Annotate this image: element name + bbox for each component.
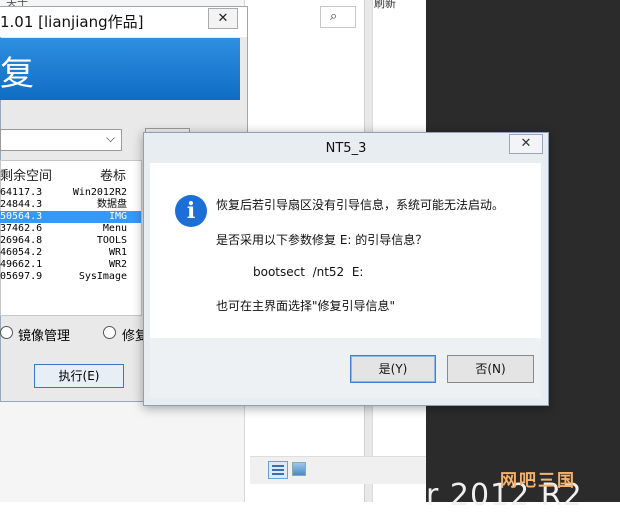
yes-button[interactable]: 是(Y) (350, 355, 436, 383)
dialog-message-warning: 恢复后若引导扇区没有引导信息，系统可能无法启动。 (216, 198, 505, 212)
dialog-title: NT5_3 (325, 141, 367, 156)
volume-cell: 数据盘 (97, 199, 127, 210)
tool-banner-text: 复 (0, 54, 34, 94)
free-space-cell: 24844.3 (0, 199, 43, 210)
disk-select-dropdown[interactable] (0, 129, 122, 151)
table-row[interactable]: 24844.3 数据盘 (0, 199, 141, 211)
watermark-text: 网吧三国 (500, 471, 576, 491)
free-space-cell: 37462.6 (0, 223, 43, 234)
free-space-cell: 26964.8 (0, 235, 43, 246)
free-space-cell: 05697.9 (0, 271, 43, 282)
refresh-button[interactable]: 刷新 (374, 0, 396, 11)
tiles-view-icon[interactable] (292, 462, 306, 476)
volume-cell: WR1 (108, 247, 127, 258)
search-icon[interactable]: ⌕ (330, 9, 337, 24)
free-space-cell: 49662.1 (0, 259, 43, 270)
info-icon: i (175, 195, 207, 227)
column-header-volume[interactable]: 卷标 (100, 165, 126, 184)
tool-window-close-button[interactable]: ✕ (208, 8, 238, 29)
repair-radio[interactable] (103, 326, 116, 339)
chevron-down-icon[interactable]: ⌵ (106, 131, 115, 146)
details-view-icon[interactable] (268, 461, 288, 479)
volume-cell: Menu (102, 223, 127, 234)
dialog-message-command: bootsect /nt52 E: (253, 265, 364, 279)
table-row[interactable]: 05697.9 SysImage (0, 271, 141, 283)
table-row[interactable]: 46054.2 WR1 (0, 247, 141, 259)
table-row[interactable]: 37462.6 Menu (0, 223, 141, 235)
free-space-cell: 50564.3 (0, 211, 43, 222)
volume-cell: TOOLS (96, 235, 127, 246)
tool-banner (0, 38, 240, 100)
table-row[interactable]: 49662.1 WR2 (0, 259, 141, 271)
free-space-cell: 46054.2 (0, 247, 43, 258)
dialog-close-button[interactable]: ✕ (509, 134, 543, 154)
mirror-management-radio[interactable] (0, 326, 13, 339)
mirror-management-label[interactable]: 镜像管理 (18, 325, 70, 344)
dialog-message-question: 是否采用以下参数修复 E: 的引导信息？ (216, 233, 428, 247)
tool-window-title: 1.01 [lianjiang作品] (0, 13, 144, 31)
volume-cell: Win2012R2 (72, 187, 127, 198)
search-input[interactable] (320, 6, 356, 28)
volume-cell: WR2 (108, 259, 127, 270)
execute-button[interactable]: 执行(E) (34, 364, 124, 388)
free-space-cell: 64117.3 (0, 187, 43, 198)
table-row[interactable]: 64117.3 Win2012R2 (0, 187, 141, 199)
table-row[interactable]: 26964.8 TOOLS (0, 235, 141, 247)
no-button[interactable]: 否(N) (447, 355, 534, 383)
volume-cell: IMG (108, 211, 127, 222)
table-row-selected[interactable]: 50564.3 IMG (0, 211, 141, 223)
dialog-message-hint: 也可在主界面选择"修复引导信息" (216, 299, 396, 313)
column-header-free-space[interactable]: 剩余空间 (0, 165, 52, 184)
volume-cell: SysImage (78, 271, 127, 282)
